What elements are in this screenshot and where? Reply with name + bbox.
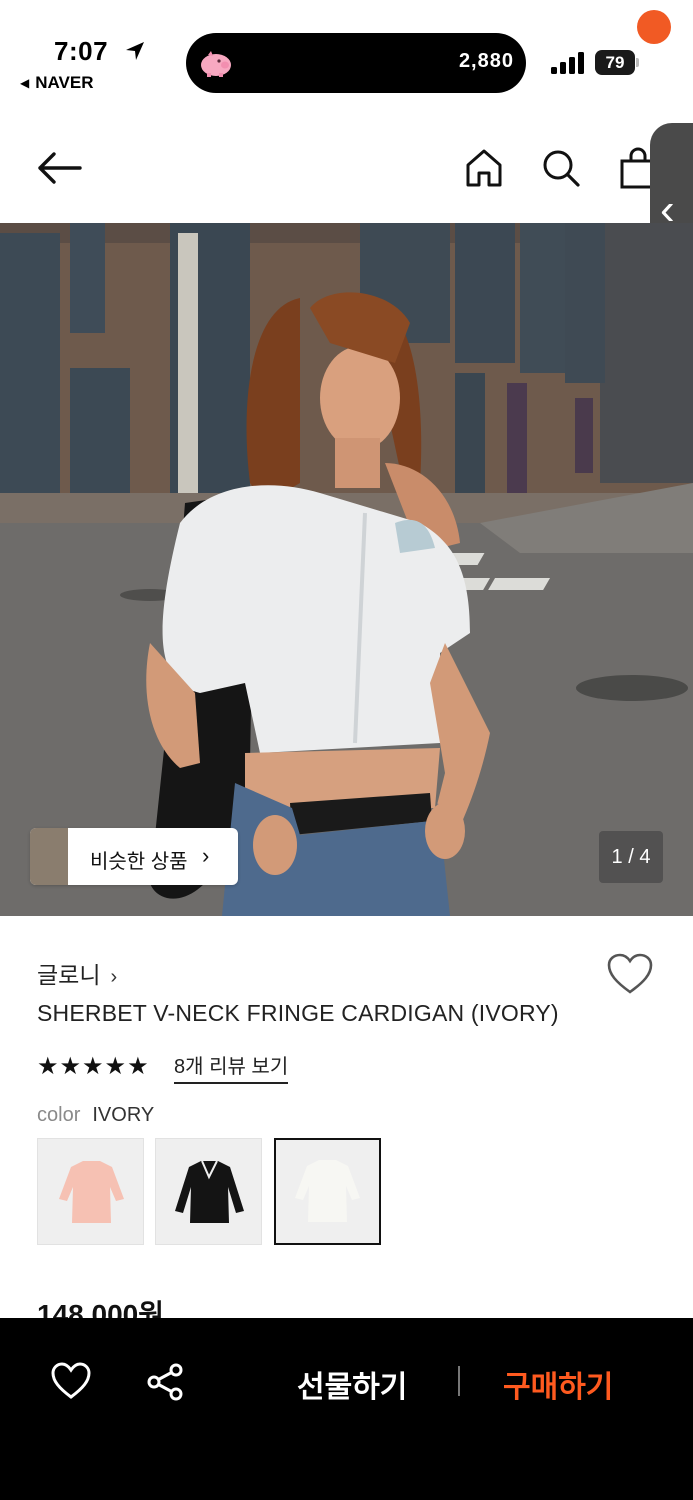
ivory-cardigan-thumbnail [295,1160,360,1222]
brand-link[interactable]: 글로니 › [37,956,117,990]
chevron-right-icon: › [110,966,118,988]
share-icon[interactable] [145,1362,185,1402]
gift-button[interactable]: 선물하기 [297,1362,407,1406]
search-icon[interactable] [541,148,581,188]
dynamic-island[interactable]: 2,880 [186,33,526,93]
color-selector-label: color IVORY [37,1104,154,1127]
status-bar: 7:07 ◀ NAVER 2,880 79 [0,0,693,115]
points-balance: 2,880 [458,50,514,72]
color-swatch-ivory[interactable] [274,1138,381,1245]
wishlist-heart-icon[interactable] [606,952,654,996]
color-swatch-pink[interactable] [37,1138,144,1245]
back-triangle-icon: ◀ [20,76,30,90]
product-title: SHERBET V-NECK FRINGE CARDIGAN (IVORY) [37,1000,559,1026]
buy-button[interactable]: 구매하기 [503,1362,613,1406]
image-counter: 1 / 4 [599,831,663,883]
home-icon[interactable] [464,147,504,189]
cell-signal-icon [551,52,584,74]
color-value: IVORY [92,1104,155,1126]
location-arrow-icon [126,42,144,60]
bottom-action-bar: 선물하기 구매하기 [0,1318,693,1500]
status-time: 7:07 [54,36,109,66]
piggy-bank-icon [201,51,231,77]
similar-products-label: 비슷한 상품 [90,851,188,873]
back-app-label: NAVER [35,73,94,92]
similar-products-button[interactable]: 비슷한 상품 › [30,828,238,885]
product-image-gallery[interactable]: 비슷한 상품 › 1 / 4 [0,223,693,916]
back-arrow-icon[interactable] [36,150,82,186]
product-photo [0,223,693,916]
chevron-right-icon: › [202,843,210,868]
battery-cap [636,58,639,67]
similar-product-thumbnail [30,828,68,885]
reviews-link[interactable]: 8개 리뷰 보기 [174,1050,289,1084]
brand-name: 글로니 [37,962,101,988]
back-to-app-link[interactable]: ◀ NAVER [20,73,93,93]
cart-count-badge [637,10,671,44]
heart-icon[interactable] [50,1362,92,1400]
color-swatch-black[interactable] [155,1138,262,1245]
color-label: color [37,1104,81,1126]
button-divider [458,1366,460,1396]
pink-cardigan-thumbnail [59,1161,124,1223]
rating-stars: ★★★★★ [37,1053,150,1080]
top-navigation [0,115,693,223]
black-cardigan-thumbnail [175,1160,244,1223]
battery-level: 79 [595,50,635,75]
battery-indicator: 79 [595,50,639,75]
